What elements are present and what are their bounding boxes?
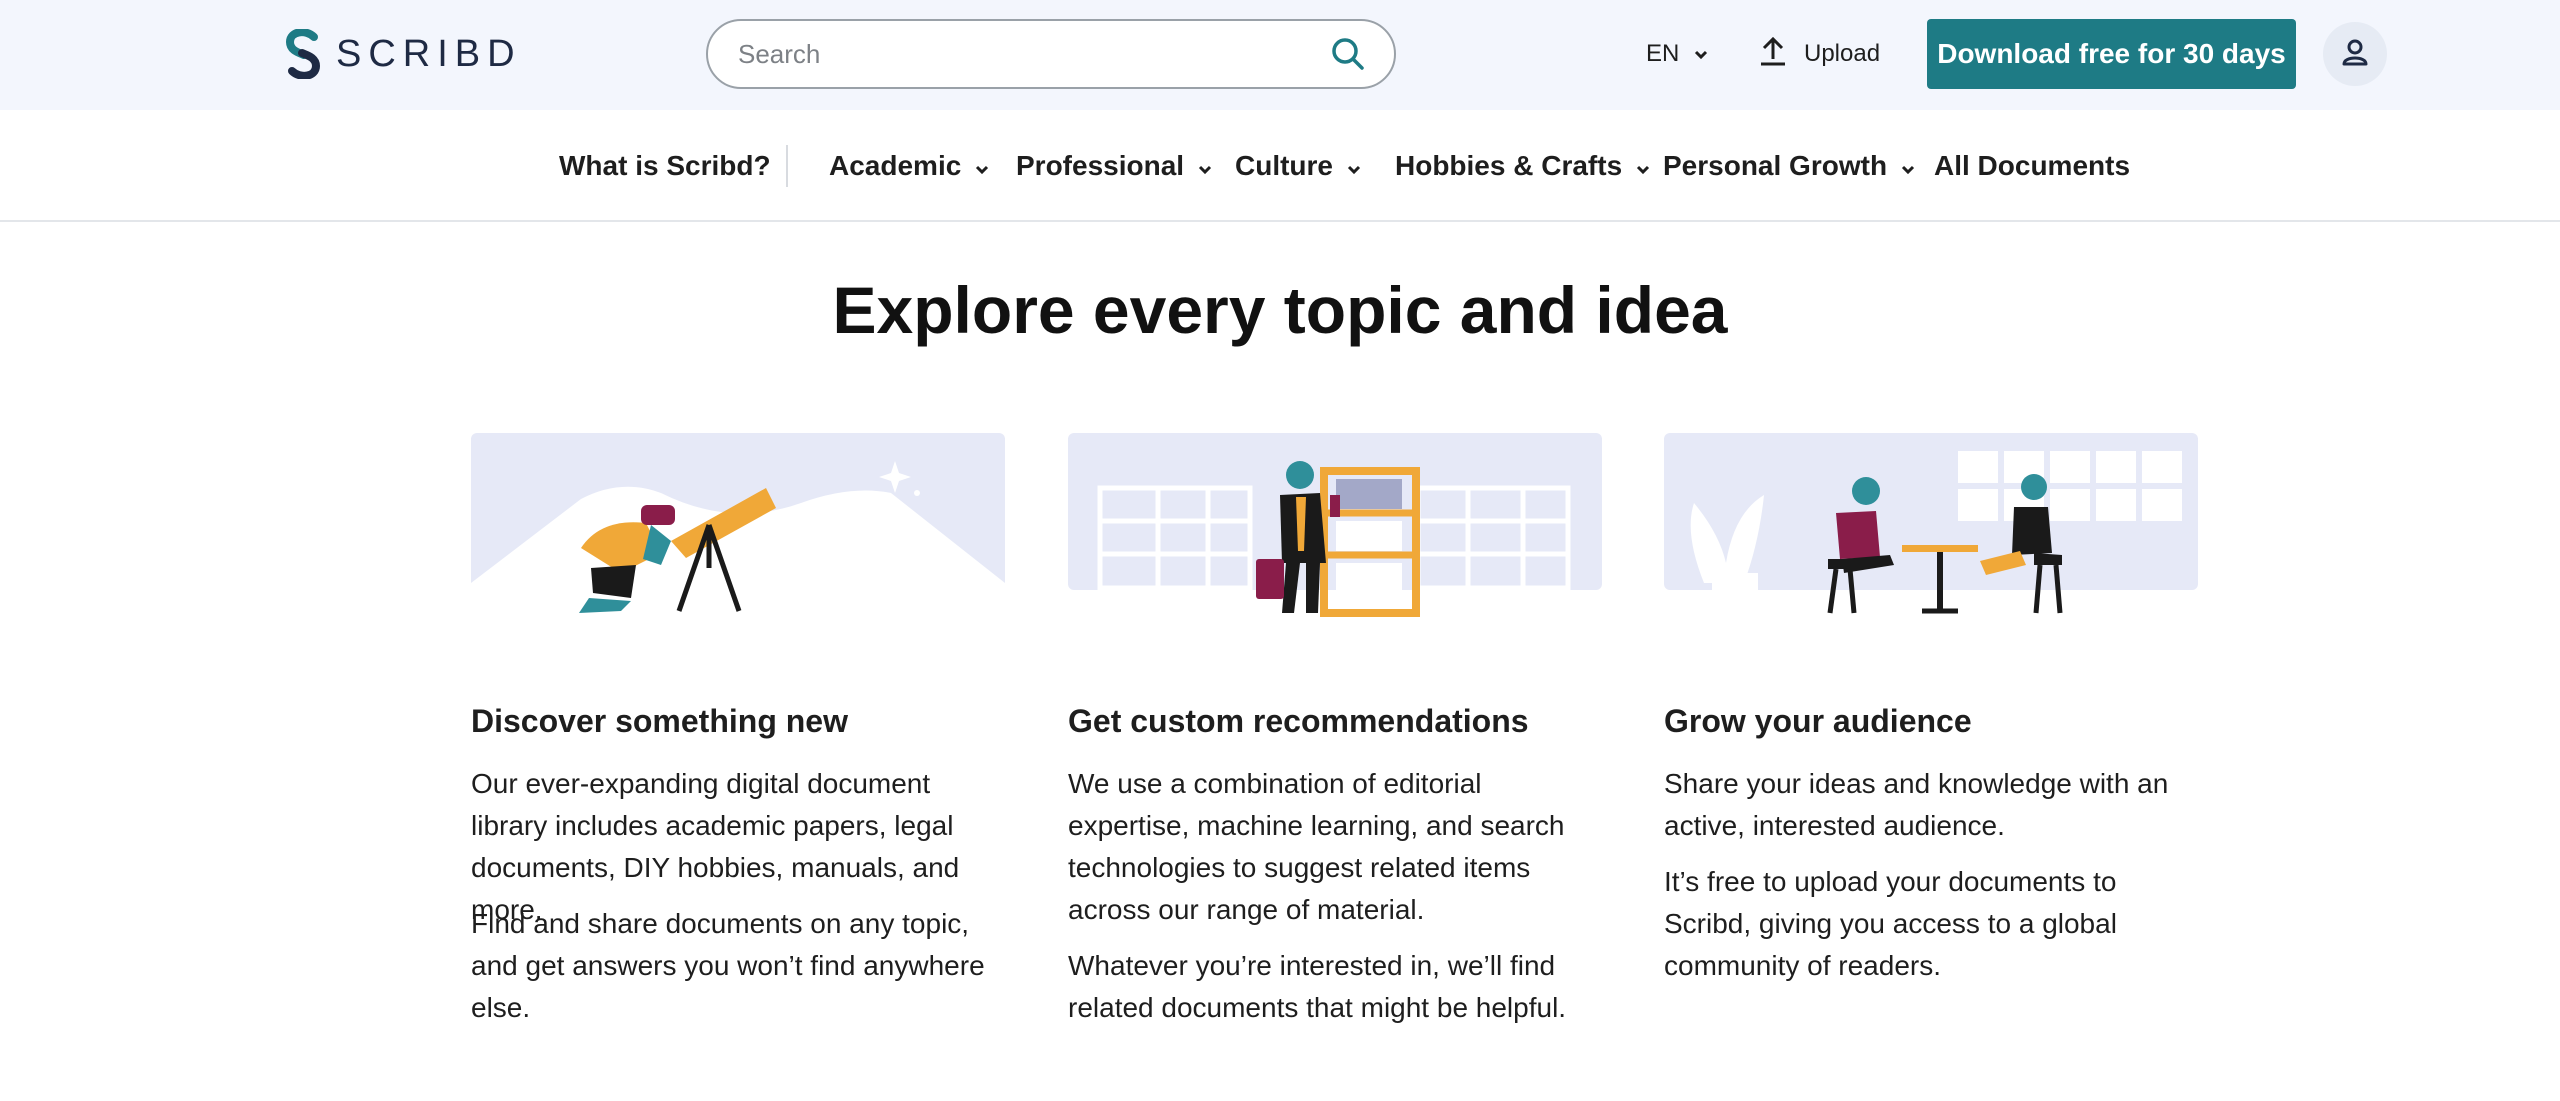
card-title: Discover something new — [471, 703, 848, 739]
chevron-down-icon — [1901, 150, 1915, 182]
bookshelf-illustration — [1068, 433, 1602, 618]
nav-item-label: What is Scribd? — [559, 150, 771, 181]
chevron-down-icon — [1636, 150, 1650, 182]
nav-item-professional[interactable]: Professional — [1016, 146, 1212, 186]
chevron-down-icon — [975, 150, 989, 182]
chevron-down-icon — [1347, 150, 1361, 182]
upload-button[interactable]: Upload — [1758, 32, 1880, 76]
page-headline: Explore every topic and idea — [832, 273, 1728, 347]
nav-item-culture[interactable]: Culture — [1235, 146, 1361, 186]
logo-wordmark: SCRIBD — [336, 32, 522, 75]
nav-item-label: Hobbies & Crafts — [1395, 150, 1623, 181]
nav-item-label: All Documents — [1934, 150, 2131, 181]
card-paragraph: Share your ideas and knowledge with an a… — [1664, 768, 2169, 841]
nav-item-label: Personal Growth — [1663, 150, 1888, 181]
language-label: EN — [1646, 40, 1680, 67]
account-button[interactable] — [2323, 22, 2387, 86]
card-title: Get custom recommendations — [1068, 703, 1529, 739]
nav-item-what-is-scribd[interactable]: What is Scribd? — [559, 146, 771, 186]
upload-label: Upload — [1804, 40, 1881, 67]
card-paragraph: We use a combination of editorial expert… — [1068, 768, 1565, 925]
card-paragraph: Find and share documents on any topic, a… — [471, 908, 985, 1023]
nav-item-personal-growth[interactable]: Personal Growth — [1663, 146, 1915, 186]
search-box[interactable] — [706, 19, 1396, 89]
card-paragraph: Whatever you’re interested in, we’ll fin… — [1068, 950, 1567, 1023]
feature-card-recommendations: Get custom recommendations We use a comb… — [1068, 433, 1602, 1023]
nav-item-label: Academic — [829, 150, 962, 181]
chevron-down-icon — [1198, 150, 1212, 182]
user-icon — [2340, 37, 2370, 72]
nav-item-label: Culture — [1235, 150, 1333, 181]
card-paragraph: It’s free to upload your documents to Sc… — [1664, 866, 2117, 981]
nav-item-all-documents[interactable]: All Documents — [1934, 146, 2130, 186]
search-input[interactable] — [738, 38, 1328, 70]
feature-card-audience: Grow your audience Share your ideas and … — [1664, 433, 2198, 981]
nav-item-academic[interactable]: Academic — [829, 146, 989, 186]
upload-icon — [1758, 35, 1788, 74]
card-title: Grow your audience — [1664, 703, 1972, 739]
language-selector[interactable]: EN — [1646, 34, 1709, 74]
nav-item-hobbies-crafts[interactable]: Hobbies & Crafts — [1395, 146, 1650, 186]
meeting-illustration — [1664, 433, 2198, 618]
category-nav: What is Scribd? Academic Professional Cu… — [0, 110, 2560, 222]
scribd-logo-icon — [284, 29, 322, 79]
telescope-illustration — [471, 433, 1005, 618]
scribd-logo[interactable]: SCRIBD — [284, 28, 522, 80]
top-header: SCRIBD EN Upload Download free for 30 da… — [0, 0, 2560, 110]
chevron-down-icon — [1693, 40, 1709, 68]
download-free-trial-button[interactable]: Download free for 30 days — [1927, 19, 2296, 89]
nav-item-label: Professional — [1016, 150, 1185, 181]
nav-divider — [786, 145, 788, 187]
search-icon[interactable] — [1328, 34, 1368, 74]
feature-card-discover: Discover something new Our ever-expandin… — [471, 433, 1005, 1023]
